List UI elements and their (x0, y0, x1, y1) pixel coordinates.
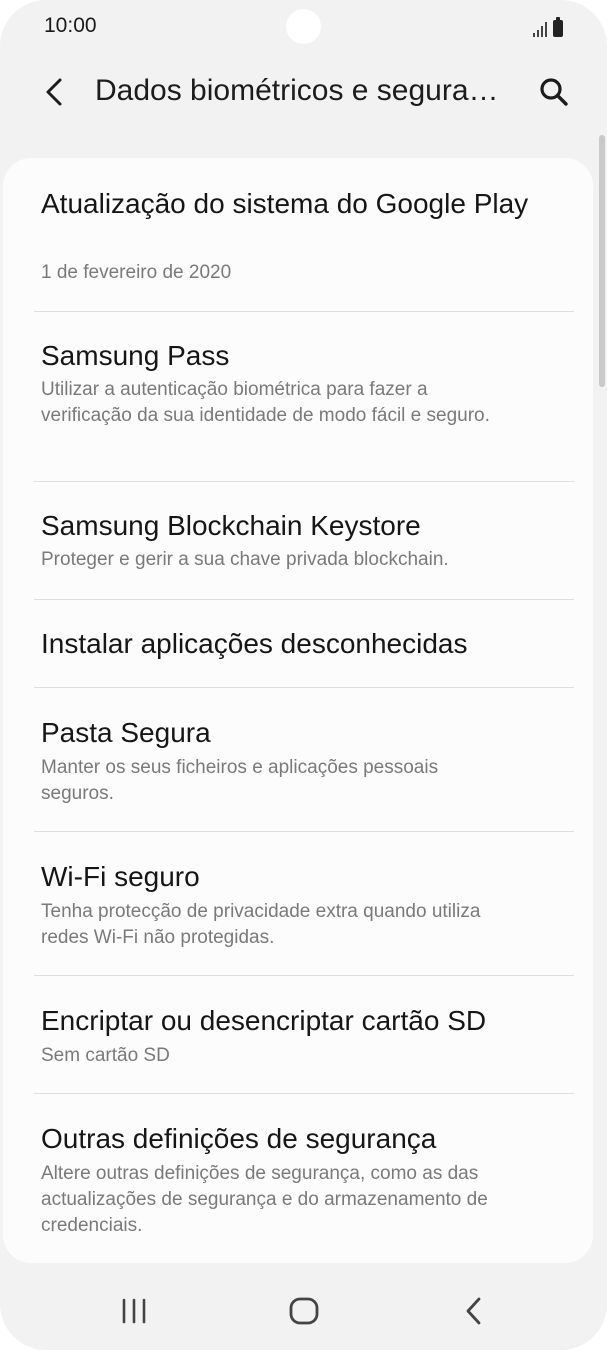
status-icons (533, 17, 563, 37)
phone-screen: 10:00 Dados biométricos e segurança Atua… (0, 0, 607, 1350)
item-title: Wi-Fi seguro (41, 861, 200, 892)
home-button[interactable] (272, 1279, 336, 1343)
recent-apps-icon (122, 1298, 146, 1324)
item-title: Atualização do sistema do Google Play (41, 188, 529, 219)
back-nav-button[interactable] (442, 1279, 506, 1343)
settings-list: Atualização do sistema do Google Play 1 … (3, 158, 593, 1263)
list-item-other-security-settings[interactable]: Outras definições de segurança Altere ou… (3, 1094, 593, 1263)
back-arrow-icon (46, 78, 62, 106)
list-item-google-play-update[interactable]: Atualização do sistema do Google Play 1 … (3, 158, 593, 312)
item-subtitle: Tenha protecção de privacidade extra qua… (41, 901, 481, 948)
list-item-install-unknown-apps[interactable]: Instalar aplicações desconhecidas (3, 600, 593, 688)
search-button[interactable] (528, 66, 580, 118)
item-title: Outras definições de segurança (41, 1123, 437, 1154)
back-button[interactable] (28, 66, 80, 118)
page-title: Dados biométricos e segurança (95, 74, 515, 107)
list-item-encrypt-sd-card[interactable]: Encriptar ou desencriptar cartão SD Sem … (3, 976, 593, 1094)
scrollbar-thumb[interactable] (599, 135, 605, 387)
navigation-bar (0, 1265, 607, 1350)
home-icon (289, 1297, 319, 1325)
item-subtitle: Proteger e gerir a sua chave privada blo… (41, 549, 449, 570)
battery-icon (553, 17, 563, 37)
item-title: Samsung Blockchain Keystore (41, 510, 421, 541)
list-item-samsung-pass[interactable]: Samsung Pass Utilizar a autenticação bio… (3, 312, 593, 481)
list-item-secure-folder[interactable]: Pasta Segura Manter os seus ficheiros e … (3, 688, 593, 831)
search-icon (540, 78, 568, 106)
item-subtitle: Sem cartão SD (41, 1045, 170, 1066)
item-subtitle: Altere outras definições de segurança, c… (41, 1163, 488, 1236)
item-title: Pasta Segura (41, 717, 211, 748)
status-bar: 10:00 (0, 0, 607, 56)
item-title: Encriptar ou desencriptar cartão SD (41, 1005, 487, 1036)
list-item-secure-wifi[interactable]: Wi-Fi seguro Tenha protecção de privacid… (3, 832, 593, 975)
item-subtitle: 1 de fevereiro de 2020 (41, 262, 232, 283)
list-item-blockchain-keystore[interactable]: Samsung Blockchain Keystore Proteger e g… (3, 482, 593, 600)
item-title: Samsung Pass (41, 340, 230, 371)
item-subtitle: Manter os seus ficheiros e aplicações pe… (41, 757, 439, 804)
back-icon (466, 1297, 481, 1325)
status-time: 10:00 (44, 14, 97, 37)
signal-icon (533, 21, 547, 37)
item-title: Instalar aplicações desconhecidas (41, 628, 468, 659)
item-subtitle: Utilizar a autenticação biométrica para … (41, 379, 490, 426)
front-camera (286, 9, 321, 44)
recent-apps-button[interactable] (102, 1279, 166, 1343)
toolbar: Dados biométricos e segurança (0, 56, 607, 132)
